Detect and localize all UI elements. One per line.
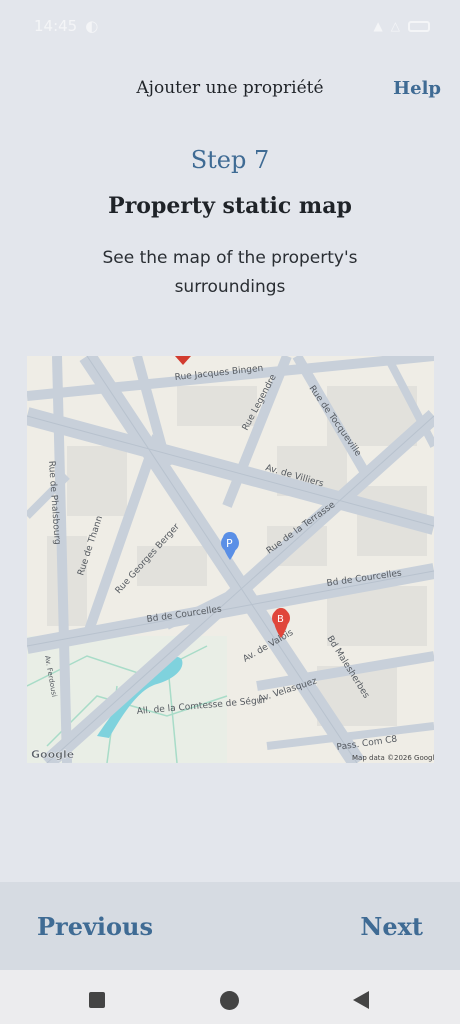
back-icon[interactable] [353, 991, 369, 1009]
app-header: Ajouter une propriété Help [0, 68, 460, 110]
recent-apps-icon[interactable] [89, 992, 105, 1008]
parking-marker-label: P [226, 537, 233, 550]
step-title: Property static map [108, 193, 352, 219]
step-number: Step 7 [190, 146, 270, 174]
wifi-icon: △ [390, 19, 400, 33]
step-navigation-bar: Previous Next [0, 882, 460, 970]
help-link[interactable]: Help [393, 78, 441, 99]
system-navigation-bar [0, 970, 460, 1024]
step-description: See the map of the property's surroundin… [102, 248, 358, 297]
signal-icon: ▲ [373, 19, 383, 33]
next-button[interactable]: Next [360, 912, 423, 941]
notification-icon: ◐ [85, 17, 99, 35]
property-pin-label: B [277, 614, 284, 625]
battery-icon [408, 20, 430, 32]
status-bar: 14:45 ◐ ▲ △ [0, 0, 460, 52]
property-static-map: Rue Jacques Bingen Rue Legendre Rue de T… [27, 356, 434, 763]
status-time: 14:45 [34, 17, 78, 35]
map-attribution: Map data ©2026 Google [352, 754, 434, 762]
google-logo: Google [31, 748, 74, 761]
previous-button[interactable]: Previous [37, 912, 153, 941]
home-icon[interactable] [220, 991, 239, 1010]
page-title: Ajouter une propriété [136, 78, 324, 98]
